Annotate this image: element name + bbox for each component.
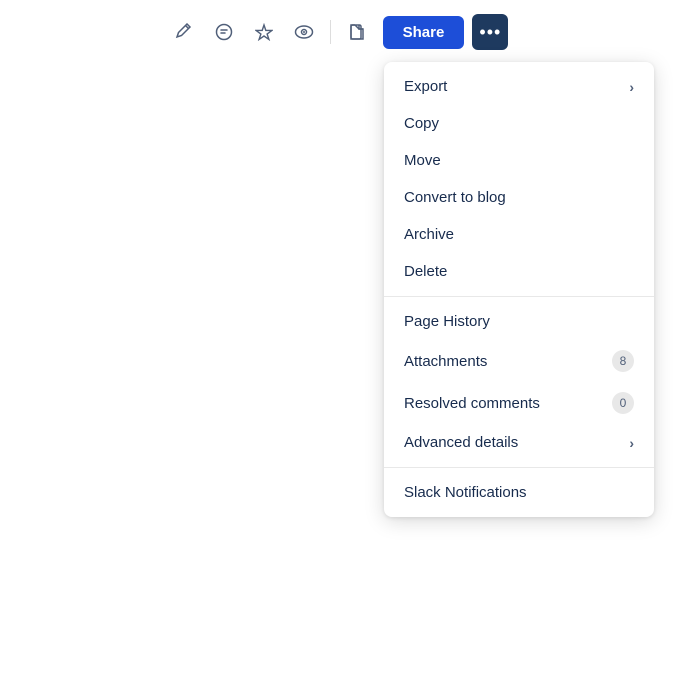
menu-item-convert-to-blog-label: Convert to blog (404, 189, 634, 206)
menu-item-slack-notifications-label: Slack Notifications (404, 484, 634, 501)
menu-item-slack-notifications[interactable]: Slack Notifications (384, 474, 654, 511)
menu-item-move-label: Move (404, 152, 634, 169)
menu-item-resolved-comments-label: Resolved comments (404, 395, 612, 412)
menu-item-advanced-details-label: Advanced details (404, 434, 629, 451)
menu-item-export[interactable]: Export › (384, 68, 654, 105)
watch-icon[interactable] (286, 14, 322, 50)
menu-section-3: Slack Notifications (384, 467, 654, 517)
menu-item-copy[interactable]: Copy (384, 105, 654, 142)
edit-icon[interactable] (166, 14, 202, 50)
menu-item-page-history[interactable]: Page History (384, 303, 654, 340)
menu-section-1: Export › Copy Move Convert to blog Archi… (384, 62, 654, 296)
menu-item-delete[interactable]: Delete (384, 253, 654, 290)
menu-item-attachments[interactable]: Attachments 8 (384, 340, 654, 382)
menu-item-export-label: Export (404, 78, 629, 95)
menu-item-convert-to-blog[interactable]: Convert to blog (384, 179, 654, 216)
page-icon[interactable] (339, 14, 375, 50)
more-options-button[interactable]: ••• (472, 14, 508, 50)
menu-item-delete-label: Delete (404, 263, 634, 280)
toolbar: Share ••• (0, 0, 674, 64)
menu-item-page-history-label: Page History (404, 313, 634, 330)
comment-icon[interactable] (206, 14, 242, 50)
menu-item-archive[interactable]: Archive (384, 216, 654, 253)
menu-item-copy-label: Copy (404, 115, 634, 132)
star-icon[interactable] (246, 14, 282, 50)
export-arrow-icon: › (629, 79, 634, 95)
menu-item-move[interactable]: Move (384, 142, 654, 179)
menu-item-attachments-label: Attachments (404, 353, 612, 370)
toolbar-icons (166, 14, 375, 50)
menu-section-2: Page History Attachments 8 Resolved comm… (384, 296, 654, 467)
resolved-comments-badge: 0 (612, 392, 634, 414)
menu-item-resolved-comments[interactable]: Resolved comments 0 (384, 382, 654, 424)
share-button[interactable]: Share (383, 16, 465, 49)
advanced-details-arrow-icon: › (629, 435, 634, 451)
menu-item-advanced-details[interactable]: Advanced details › (384, 424, 654, 461)
toolbar-divider (330, 20, 331, 44)
menu-item-archive-label: Archive (404, 226, 634, 243)
attachments-badge: 8 (612, 350, 634, 372)
dropdown-menu: Export › Copy Move Convert to blog Archi… (384, 62, 654, 517)
